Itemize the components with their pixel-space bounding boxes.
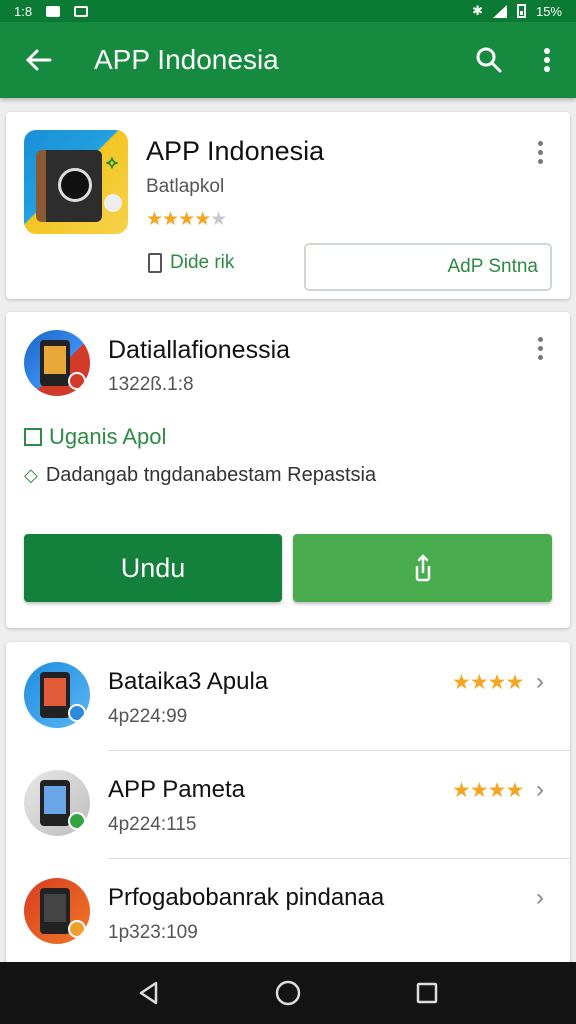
app-avatar <box>24 770 90 836</box>
search-icon[interactable] <box>460 22 518 98</box>
battery-percent: 15% <box>535 3 562 19</box>
more-vert-icon[interactable] <box>518 22 576 98</box>
chevron-right-icon: › <box>536 884 544 911</box>
notification-icon <box>46 5 61 17</box>
list-item-title: Prfogabobanrak pindanaa <box>108 884 385 911</box>
bluetooth-icon: ✱ <box>472 3 483 18</box>
related-apps-list: Bataika3 Apula 4p224:99 ★★★★ › APP Pamet… <box>6 642 570 972</box>
app-title: APP Indonesia <box>146 136 325 166</box>
checkbox-icon <box>24 428 42 446</box>
app-bar-title: APP Indonesia <box>94 44 279 75</box>
home-circle-icon[interactable] <box>258 962 318 1024</box>
list-item-meta: 4p224:115 <box>108 814 197 835</box>
featured-card: Datiallafionessia 1322ß.1:8 Uganis Apol … <box>6 312 570 628</box>
list-item-meta: 1p323:109 <box>108 922 198 943</box>
back-triangle-icon[interactable] <box>119 962 179 1024</box>
featured-description: ◇ Dadangab tngdanabestam Repastsia <box>24 464 376 487</box>
wishlist-label: Dide rik <box>170 252 235 273</box>
battery-icon <box>516 4 526 18</box>
rating-stars: ★★★★★ <box>146 209 227 230</box>
featured-app-avatar <box>24 330 90 396</box>
share-button[interactable] <box>293 534 552 602</box>
developer-name[interactable]: Batlapkol <box>146 176 224 198</box>
install-button[interactable]: Undu <box>24 534 282 602</box>
list-item[interactable]: Prfogabobanrak pindanaa 1p323:109 › <box>6 858 570 966</box>
featured-version: 1322ß.1:8 <box>108 374 194 395</box>
list-item-stars: ★★★★ <box>452 671 524 694</box>
featured-flag[interactable]: Uganis Apol <box>24 424 166 450</box>
bookmark-icon <box>148 253 162 273</box>
featured-description-text: Dadangab tngdanabestam Repastsia <box>45 464 377 486</box>
card-more-icon[interactable] <box>528 132 552 172</box>
list-item-meta: 4p224:99 <box>108 706 188 727</box>
navigation-bar <box>0 962 576 1024</box>
secondary-action-button[interactable]: AdP Sntna <box>304 243 552 291</box>
wishlist-link[interactable]: Dide rik <box>148 252 234 274</box>
app-avatar <box>24 878 90 944</box>
list-item[interactable]: APP Pameta 4p224:115 ★★★★ › <box>6 750 570 858</box>
featured-title: Datiallafionessia <box>108 336 291 364</box>
recents-square-icon[interactable] <box>397 962 457 1024</box>
app-bar: APP Indonesia <box>0 22 576 98</box>
image-notification-icon <box>74 5 89 17</box>
share-icon <box>415 554 430 582</box>
app-avatar <box>24 662 90 728</box>
list-item-title: APP Pameta <box>108 776 245 803</box>
status-bar: 1:8 ✱ 15% <box>0 0 576 22</box>
list-item[interactable]: Bataika3 Apula 4p224:99 ★★★★ › <box>6 642 570 750</box>
tag-icon: ◇ <box>24 465 38 485</box>
list-item-title: Bataika3 Apula <box>108 668 269 695</box>
chevron-right-icon: › <box>536 668 544 695</box>
featured-more-icon[interactable] <box>528 328 552 368</box>
featured-flag-label: Uganis Apol <box>49 424 167 449</box>
app-icon: ⟡ <box>24 130 128 234</box>
chevron-right-icon: › <box>536 776 544 803</box>
status-time: 1:8 <box>14 3 33 19</box>
signal-icon <box>492 4 507 18</box>
back-arrow-icon[interactable] <box>0 22 76 98</box>
list-item-stars: ★★★★ <box>452 779 524 802</box>
app-header-card: ⟡ APP Indonesia Batlapkol ★★★★★ Dide rik… <box>6 112 570 299</box>
